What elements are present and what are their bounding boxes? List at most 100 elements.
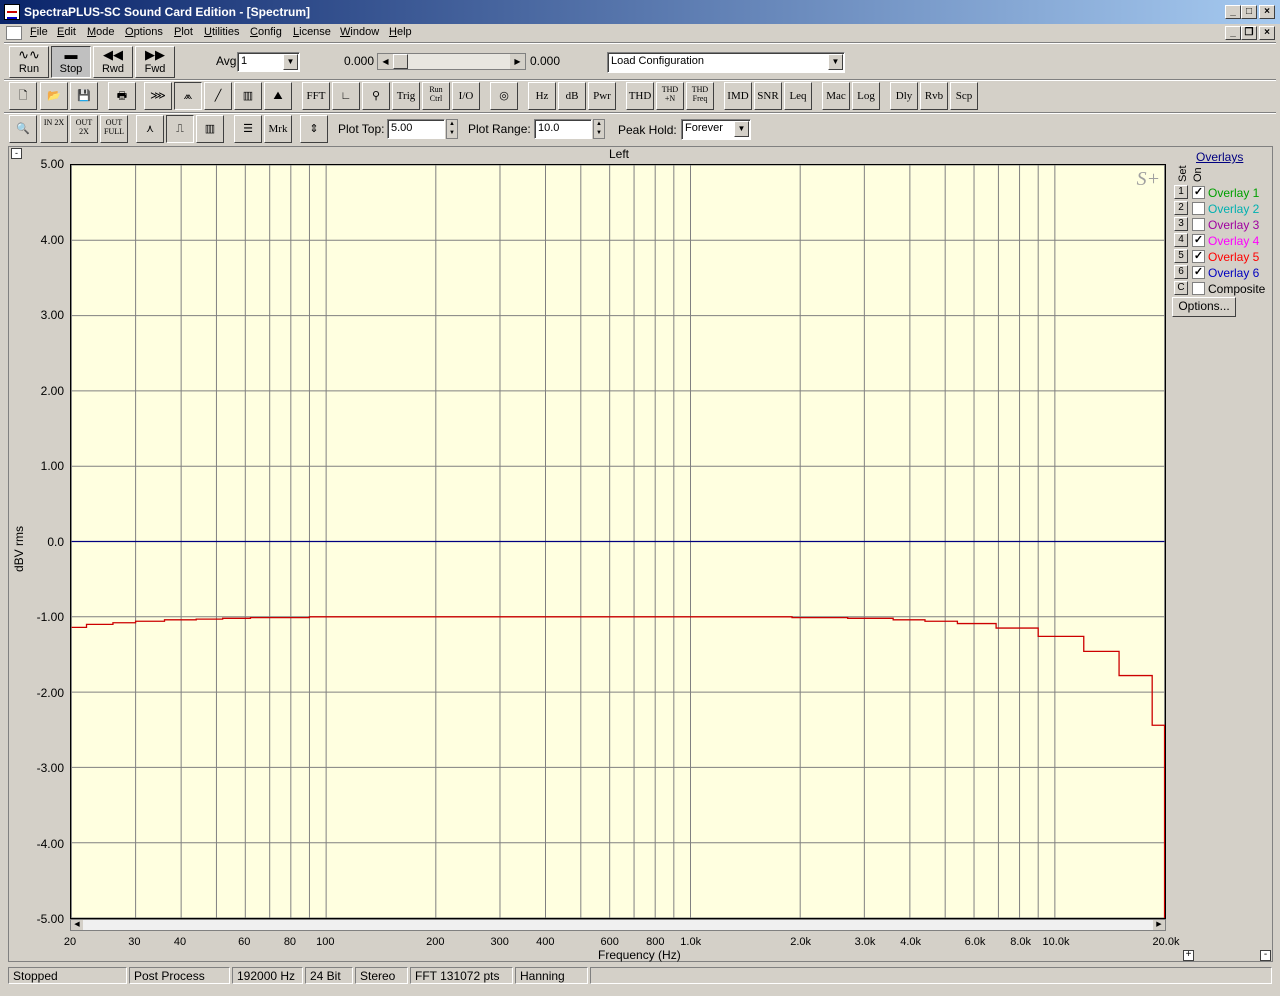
open-file-button[interactable]: 📂 (40, 82, 68, 110)
minimize-icon[interactable]: _ (1225, 5, 1241, 19)
print-button[interactable]: 🖶 (108, 82, 136, 110)
leq-button[interactable]: Leq (784, 82, 812, 110)
overlay-checkbox[interactable] (1192, 202, 1205, 215)
scp-button[interactable]: Scp (950, 82, 978, 110)
menu-utilities[interactable]: Utilities (204, 26, 239, 38)
close-icon[interactable]: × (1259, 5, 1275, 19)
zoom-in-button[interactable]: IN 2X (40, 115, 68, 143)
plot-top-input[interactable]: 5.00 (387, 119, 445, 139)
menu-edit[interactable]: Edit (57, 26, 76, 38)
config-dropdown[interactable]: Load Configuration ▼ (607, 52, 845, 73)
scroll-right-icon[interactable]: ▶ (1153, 920, 1165, 930)
pwr-button[interactable]: Pwr (588, 82, 616, 110)
plot-range-spinner[interactable]: ▲ ▼ (593, 119, 605, 139)
cursor-button[interactable]: ⇕ (300, 115, 328, 143)
run-button[interactable]: ∿∿ Run (9, 46, 49, 78)
overlay-checkbox[interactable]: ✓ (1192, 234, 1205, 247)
recorder-button[interactable]: ⋙ (144, 82, 172, 110)
trig-button[interactable]: Trig (392, 82, 420, 110)
rwd-button[interactable]: ◀◀ Rwd (93, 46, 133, 78)
zoom-out-button[interactable]: OUT 2X (70, 115, 98, 143)
fwd-button[interactable]: ▶▶ Fwd (135, 46, 175, 78)
thd-button[interactable]: THD (626, 82, 654, 110)
collapse-right-icon[interactable]: - (1260, 950, 1271, 961)
save-button[interactable]: 💾 (70, 82, 98, 110)
menu-config[interactable]: Config (250, 26, 282, 38)
generator-button[interactable]: ◎ (490, 82, 518, 110)
peak-hold-dropdown[interactable]: Forever ▼ (681, 119, 751, 140)
overlay-checkbox[interactable]: ✓ (1192, 266, 1205, 279)
list-button[interactable]: ☰ (234, 115, 262, 143)
collapse-icon[interactable]: - (11, 148, 22, 159)
scroll-thumb[interactable] (393, 54, 408, 69)
peak-button[interactable]: ⋏ (136, 115, 164, 143)
overlay-checkbox[interactable] (1192, 218, 1205, 231)
child-restore-icon[interactable]: ❐ (1241, 26, 1257, 40)
db-button[interactable]: dB (558, 82, 586, 110)
overlay-checkbox[interactable]: ✓ (1192, 186, 1205, 199)
menu-mode[interactable]: Mode (87, 26, 115, 38)
run-ctrl-button[interactable]: Run Ctrl (422, 82, 450, 110)
zoom-button[interactable]: 🔍 (9, 115, 37, 143)
dly-button[interactable]: Dly (890, 82, 918, 110)
chevron-down-icon[interactable]: ▼ (828, 54, 843, 70)
overlay-set-button[interactable]: 4 (1174, 233, 1188, 247)
rvb-button[interactable]: Rvb (920, 82, 948, 110)
phase-button[interactable]: ╱ (204, 82, 232, 110)
menu-options[interactable]: Options (125, 26, 163, 38)
octave-button[interactable]: ⎍ (166, 115, 194, 143)
3d-surface-button[interactable]: ⛰ (264, 82, 292, 110)
new-file-button[interactable]: 🗋 (9, 82, 37, 110)
overlay-checkbox[interactable]: ✓ (1192, 250, 1205, 263)
child-minimize-icon[interactable]: _ (1225, 26, 1241, 40)
menu-file[interactable]: File (30, 26, 48, 38)
overlay-set-button[interactable]: 1 (1174, 185, 1188, 199)
zoom-full-button[interactable]: OUT FULL (100, 115, 128, 143)
overlay-set-button[interactable]: 5 (1174, 249, 1188, 263)
spectrum-button[interactable]: ⩕ (174, 82, 202, 110)
mrk-button[interactable]: Mrk (264, 115, 292, 143)
overlay-set-button[interactable]: C (1174, 281, 1188, 295)
log-button[interactable]: Log (852, 82, 880, 110)
chevron-down-icon[interactable]: ▼ (283, 54, 298, 70)
scroll-left-icon[interactable]: ◀ (378, 54, 393, 69)
chevron-down-icon[interactable]: ▼ (734, 121, 749, 137)
io-button[interactable]: I/O (452, 82, 480, 110)
plot-range-input[interactable]: 10.0 (534, 119, 592, 139)
position-scrollbar[interactable]: ◀ ▶ (377, 53, 526, 70)
bars-button[interactable]: ▥ (196, 115, 224, 143)
mac-button[interactable]: Mac (822, 82, 850, 110)
overlay-set-button[interactable]: 3 (1174, 217, 1188, 231)
overlay-checkbox[interactable] (1192, 282, 1205, 295)
x-tick-label: 60 (238, 936, 251, 948)
spectrogram-button[interactable]: ▥ (234, 82, 262, 110)
menu-plot[interactable]: Plot (174, 26, 193, 38)
stop-button[interactable]: ▬ Stop (51, 46, 91, 78)
thdn-button[interactable]: THD +N (656, 82, 684, 110)
menu-help[interactable]: Help (389, 26, 412, 38)
fft-button[interactable]: FFT (302, 82, 330, 110)
menu-license[interactable]: License (293, 26, 331, 38)
app-icon[interactable] (4, 4, 20, 20)
avg-dropdown[interactable]: 1 ▼ (237, 52, 300, 72)
calibrate-button[interactable]: ⚲ (362, 82, 390, 110)
plot-scrollbar[interactable]: ◀ ▶ (70, 919, 1166, 931)
doc-icon[interactable] (6, 26, 22, 40)
scroll-left-icon[interactable]: ◀ (71, 920, 83, 930)
imd-button[interactable]: IMD (724, 82, 752, 110)
scale-button[interactable]: ∟ (332, 82, 360, 110)
scroll-right-icon[interactable]: ▶ (510, 54, 525, 69)
overlays-header[interactable]: Overlays (1196, 150, 1243, 164)
hz-button[interactable]: Hz (528, 82, 556, 110)
overlay-set-button[interactable]: 2 (1174, 201, 1188, 215)
child-close-icon[interactable]: × (1259, 26, 1275, 40)
thd-freq-button[interactable]: THD Freq (686, 82, 714, 110)
maximize-icon[interactable]: □ (1241, 5, 1257, 19)
menu-window[interactable]: Window (340, 26, 379, 38)
overlay-set-button[interactable]: 6 (1174, 265, 1188, 279)
expand-icon[interactable]: + (1183, 950, 1194, 961)
overlay-options-button[interactable]: Options... (1172, 297, 1236, 317)
snr-button[interactable]: SNR (754, 82, 782, 110)
plot-top-spinner[interactable]: ▲ ▼ (446, 119, 458, 139)
plot-area[interactable]: S+ (70, 164, 1166, 919)
